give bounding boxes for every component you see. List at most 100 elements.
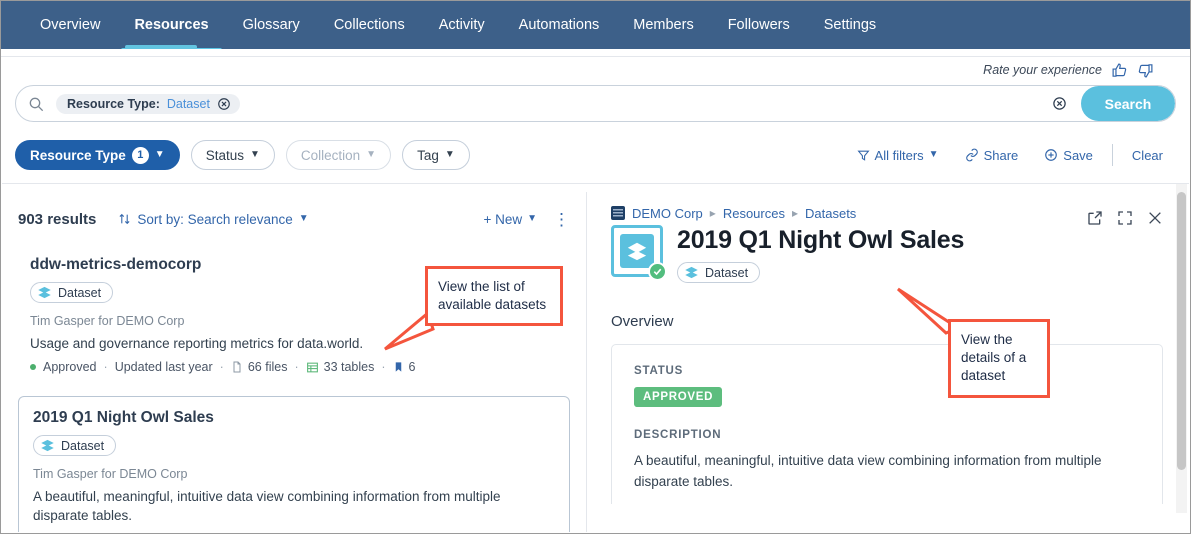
table-icon — [306, 362, 318, 373]
callout-text: View the list of available datasets — [438, 279, 547, 313]
nav-item-collections[interactable]: Collections — [317, 1, 422, 49]
detail-panel: DEMO Corp ▸ Resources ▸ Datasets 2019 Q1… — [587, 184, 1189, 532]
filter-pill-tag[interactable]: Tag ▼ — [402, 140, 470, 170]
search-bar[interactable]: Resource Type: Dataset Search — [15, 85, 1176, 122]
description-field-label: DESCRIPTION — [634, 429, 722, 442]
result-description: Usage and governance reporting metrics f… — [30, 336, 364, 351]
result-type-label: Dataset — [58, 285, 102, 300]
result-files: 66 files — [247, 360, 288, 375]
page-scrollbar[interactable] — [1176, 184, 1187, 513]
overview-card: STATUS APPROVED DESCRIPTION A beautiful,… — [611, 344, 1163, 505]
callout-view-list: View the list of available datasets — [425, 266, 563, 327]
result-meta: Approved · Updated last year · 66 files … — [30, 360, 558, 374]
open-external-icon[interactable] — [1087, 210, 1103, 226]
sort-by-label: Sort by: Search relevance — [137, 211, 293, 227]
save-label: Save — [1063, 147, 1093, 163]
all-filters-button[interactable]: All filters ▼ — [844, 148, 952, 163]
meta-separator: · — [381, 360, 386, 375]
nav-item-followers[interactable]: Followers — [711, 1, 807, 49]
detail-panel-actions — [1087, 210, 1163, 226]
nav-item-glossary[interactable]: Glossary — [226, 1, 317, 49]
scrollbar-thumb[interactable] — [1177, 192, 1186, 470]
dataset-stack-icon — [38, 286, 51, 299]
nav-item-automations[interactable]: Automations — [502, 1, 617, 49]
filter-pill-collection[interactable]: Collection ▼ — [285, 140, 392, 170]
meta-separator: · — [294, 360, 299, 375]
nav-item-resources[interactable]: Resources — [117, 1, 225, 52]
result-type-badge: Dataset — [30, 282, 114, 303]
main-navigation: Overview Resources Glossary Collections … — [1, 1, 1190, 52]
field-spacer — [634, 407, 1140, 429]
thumbs-up-icon[interactable] — [1111, 62, 1128, 79]
link-icon — [965, 148, 978, 162]
result-tables: 33 tables — [323, 360, 375, 375]
filter-actions: All filters ▼ Share Save Clear — [844, 144, 1176, 166]
rate-experience-bar: Rate your experience — [1, 57, 1190, 83]
status-dot-icon — [30, 364, 36, 371]
filter-chip-resource-type[interactable]: Resource Type: Dataset — [56, 93, 240, 114]
filter-pill-label: Collection — [300, 147, 361, 163]
filter-pill-label: Resource Type — [30, 147, 126, 163]
more-options-icon[interactable]: ⋮ — [553, 211, 570, 228]
result-title[interactable]: 2019 Q1 Night Owl Sales — [33, 409, 557, 427]
app-window: Overview Resources Glossary Collections … — [0, 0, 1191, 534]
results-header: 903 results Sort by: Search relevance ▼ … — [18, 206, 570, 232]
sort-icon — [119, 213, 130, 225]
chevron-down-icon: ▼ — [154, 149, 165, 160]
funnel-icon — [857, 150, 870, 161]
save-button[interactable]: Save — [1031, 148, 1106, 163]
dataset-stack-icon — [41, 440, 54, 452]
nav-item-members[interactable]: Members — [616, 1, 710, 49]
detail-title-block: 2019 Q1 Night Owl Sales Dataset — [677, 225, 964, 285]
result-owner: Tim Gasper for DEMO Corp — [33, 467, 188, 482]
nav-item-settings[interactable]: Settings — [807, 1, 893, 49]
chevron-down-icon: ▼ — [249, 149, 260, 160]
search-input[interactable]: Resource Type: Dataset — [56, 86, 1037, 121]
detail-type-label: Dataset — [705, 265, 749, 280]
breadcrumb-separator: ▸ — [791, 206, 798, 220]
description-field-value: A beautiful, meaningful, intuitive data … — [634, 453, 1102, 489]
callout-text: View the details of a dataset — [961, 332, 1027, 384]
breadcrumb-item-resources[interactable]: Resources — [723, 206, 785, 221]
meta-separator: · — [103, 360, 108, 375]
search-icon — [16, 86, 56, 121]
expand-icon[interactable] — [1117, 210, 1133, 226]
nav-item-activity[interactable]: Activity — [422, 1, 502, 49]
thumbs-down-icon[interactable] — [1137, 62, 1154, 79]
nav-underline-strip — [1, 45, 1190, 57]
meta-separator: · — [219, 360, 224, 375]
chip-key-label: Resource Type: — [67, 96, 160, 111]
result-updated: Updated last year — [114, 360, 213, 375]
breadcrumb-item-datasets[interactable]: Datasets — [805, 206, 856, 221]
chevron-down-icon: ▼ — [366, 149, 377, 160]
filter-pill-resource-type[interactable]: Resource Type 1 ▼ — [15, 140, 180, 170]
new-resource-label: + New — [483, 211, 523, 227]
bookmark-icon — [395, 362, 401, 372]
page-title: 2019 Q1 Night Owl Sales — [677, 226, 965, 254]
results-count: 903 results — [18, 210, 97, 228]
overview-section-title: Overview — [611, 313, 674, 331]
detail-type-badge: Dataset — [677, 262, 761, 284]
result-status: Approved — [43, 360, 97, 375]
clear-search-icon[interactable] — [1037, 86, 1081, 121]
breadcrumb-separator: ▸ — [709, 206, 716, 220]
nav-item-overview[interactable]: Overview — [23, 1, 117, 49]
share-button[interactable]: Share — [952, 148, 1032, 163]
result-card[interactable]: 2019 Q1 Night Owl Sales Dataset Tim Gasp… — [18, 396, 570, 532]
filter-toolbar: Resource Type 1 ▼ Status ▼ Collection ▼ … — [1, 135, 1190, 175]
new-resource-button[interactable]: + New ▼ — [483, 212, 537, 227]
chevron-down-icon: ▼ — [298, 213, 309, 224]
chevron-down-icon: ▼ — [527, 213, 537, 224]
detail-title-row: 2019 Q1 Night Owl Sales Dataset — [611, 225, 1163, 285]
filter-pill-status[interactable]: Status ▼ — [190, 140, 275, 170]
search-button[interactable]: Search — [1081, 86, 1175, 121]
close-icon[interactable] — [1147, 210, 1163, 226]
breadcrumb-item-demo-corp[interactable]: DEMO Corp — [632, 206, 703, 221]
toolbar-divider — [1111, 144, 1113, 166]
verified-check-icon — [648, 262, 667, 281]
status-badge: APPROVED — [634, 387, 723, 408]
share-label: Share — [983, 147, 1019, 163]
chip-remove-icon[interactable] — [217, 97, 231, 111]
sort-by-dropdown[interactable]: Sort by: Search relevance ▼ — [118, 211, 309, 227]
clear-filters-button[interactable]: Clear — [1119, 148, 1176, 163]
